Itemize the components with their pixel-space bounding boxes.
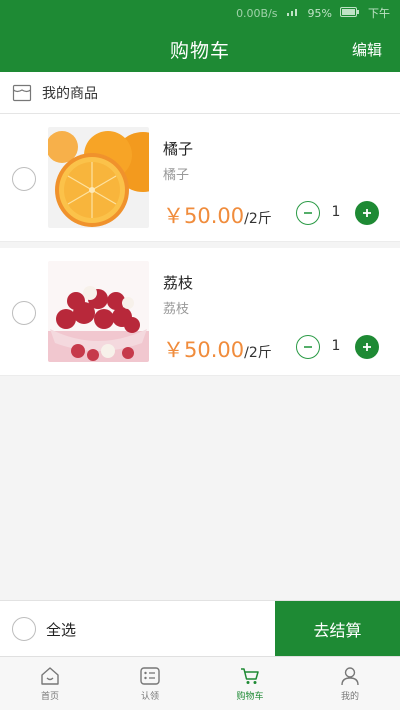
tab-label: 首页 (40, 691, 59, 702)
orange-image (48, 127, 149, 228)
bottom-tab-bar: 首页 认领 购物车 我的 (0, 656, 400, 710)
price-unit: /2斤 (244, 345, 272, 361)
tab-home[interactable]: 首页 (0, 657, 100, 710)
clock: 下午 (368, 7, 390, 20)
item-price: ￥50.00 /2斤 (163, 334, 272, 364)
price-amount: ￥50.00 (163, 204, 245, 228)
plus-icon (363, 343, 371, 351)
item-select-radio[interactable] (12, 167, 36, 191)
lychee-image (48, 261, 149, 362)
tab-label: 认领 (140, 691, 159, 702)
shop-icon (12, 84, 32, 102)
cart-icon (241, 667, 259, 684)
increase-quantity-button[interactable] (355, 335, 379, 359)
edit-button[interactable]: 编辑 (352, 39, 382, 60)
status-bar: 0.00B/s 95% 下午 (0, 0, 400, 26)
minus-icon (304, 212, 312, 214)
item-spec: 荔枝 (163, 302, 190, 317)
tab-claim[interactable]: 认领 (100, 657, 200, 710)
price-unit: /2斤 (244, 211, 272, 227)
home-icon (41, 666, 59, 685)
tab-profile[interactable]: 我的 (300, 657, 400, 710)
tab-cart[interactable]: 购物车 (200, 657, 300, 710)
item-quantity: 1 (331, 204, 341, 220)
cart-item-orange: 橘子 橘子 ￥50.00 /2斤 1 (0, 114, 400, 242)
plus-icon (363, 209, 371, 217)
network-speed: 0.00B/s (236, 6, 278, 20)
item-name: 橘子 (163, 140, 194, 158)
item-price: ￥50.00 /2斤 (163, 200, 272, 230)
page-title: 购物车 (169, 39, 230, 62)
app-header: 购物车 编辑 (0, 26, 400, 72)
tab-label: 我的 (340, 691, 359, 702)
item-quantity: 1 (331, 338, 341, 354)
shop-section-header: 我的商品 (0, 72, 400, 114)
decrease-quantity-button[interactable] (296, 335, 320, 359)
select-all-label[interactable]: 全选 (46, 619, 76, 640)
battery-icon (340, 6, 360, 20)
item-name: 荔枝 (163, 274, 194, 292)
tab-label: 购物车 (236, 691, 264, 702)
signal-icon (286, 7, 300, 20)
increase-quantity-button[interactable] (355, 201, 379, 225)
decrease-quantity-button[interactable] (296, 201, 320, 225)
user-icon (341, 666, 359, 685)
claim-icon (140, 666, 160, 685)
select-all-radio[interactable] (12, 617, 36, 641)
section-label: 我的商品 (42, 85, 98, 102)
checkout-bar: 全选 去结算 (0, 600, 400, 657)
minus-icon (304, 346, 312, 348)
cart-item-lychee: 荔枝 荔枝 ￥50.00 /2斤 1 (0, 248, 400, 376)
item-spec: 橘子 (163, 168, 190, 183)
battery-level: 95% (307, 6, 332, 20)
price-amount: ￥50.00 (163, 338, 245, 362)
checkout-button[interactable]: 去结算 (275, 601, 400, 657)
item-select-radio[interactable] (12, 301, 36, 325)
